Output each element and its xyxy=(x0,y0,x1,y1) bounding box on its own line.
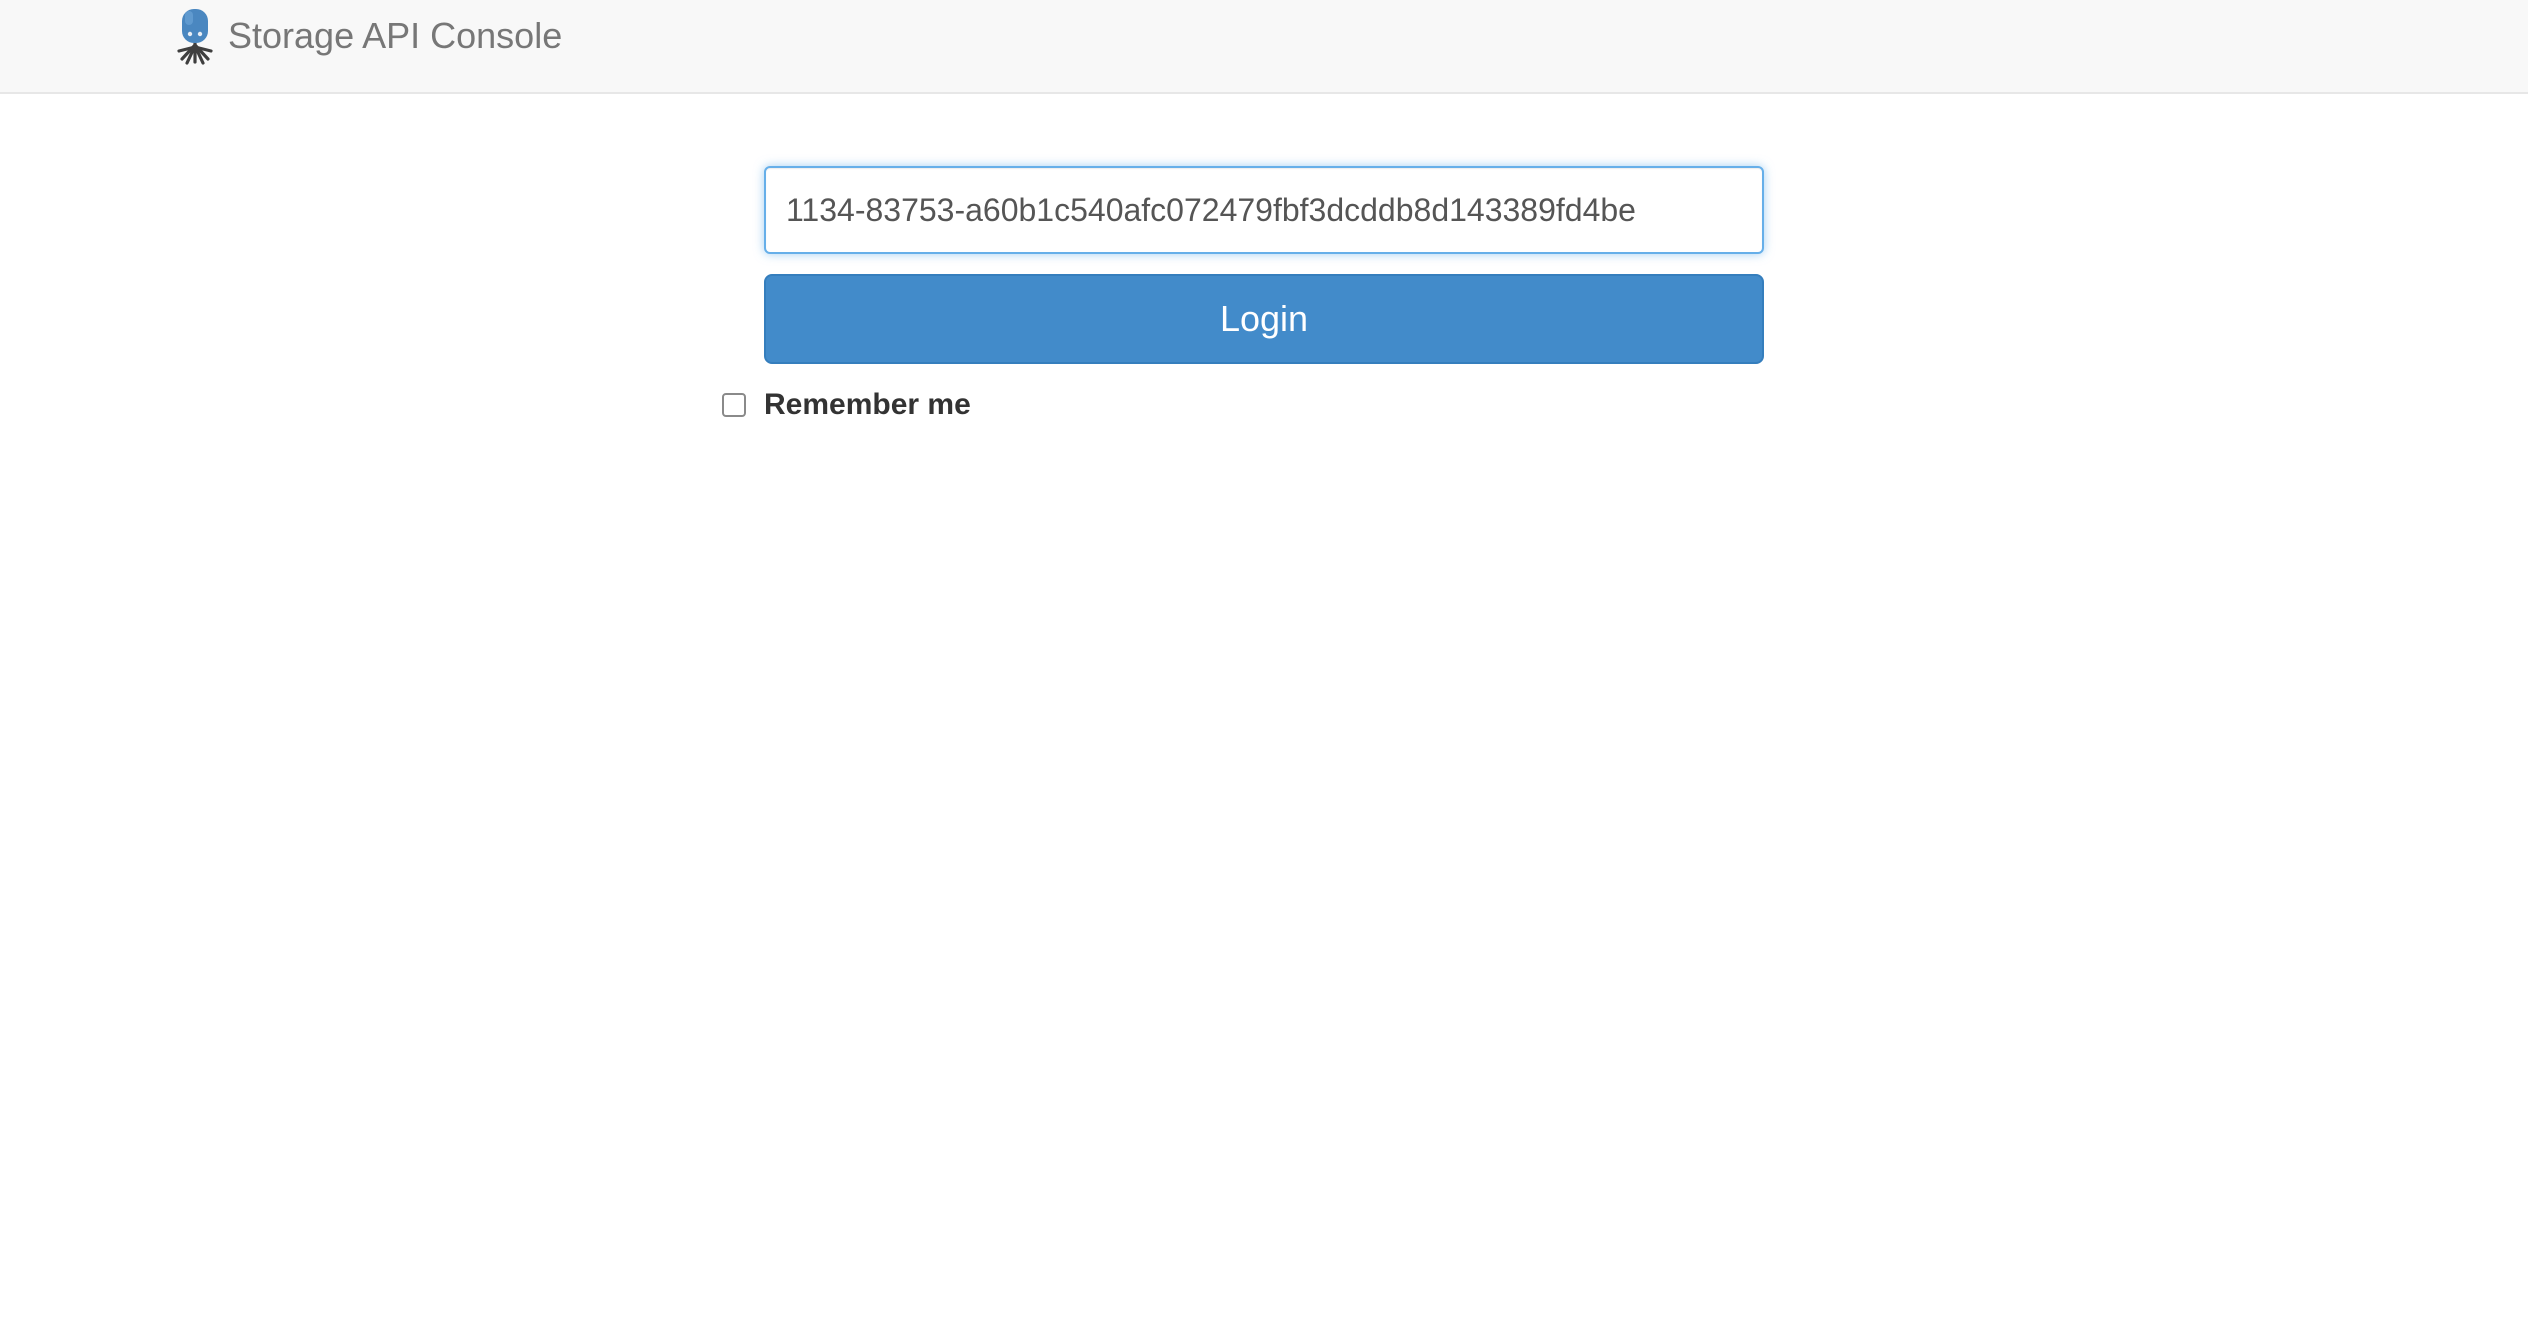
remember-me-checkbox[interactable] xyxy=(722,393,746,417)
login-button[interactable]: Login xyxy=(764,274,1764,364)
token-input[interactable] xyxy=(764,166,1764,254)
remember-me-option[interactable]: Remember me xyxy=(722,382,971,428)
brand-title: Storage API Console xyxy=(228,15,563,56)
brand-link[interactable]: Storage API Console xyxy=(176,6,562,66)
remember-me-label: Remember me xyxy=(764,388,971,421)
octopus-icon xyxy=(177,9,213,65)
navbar: Storage API Console xyxy=(0,0,2528,94)
